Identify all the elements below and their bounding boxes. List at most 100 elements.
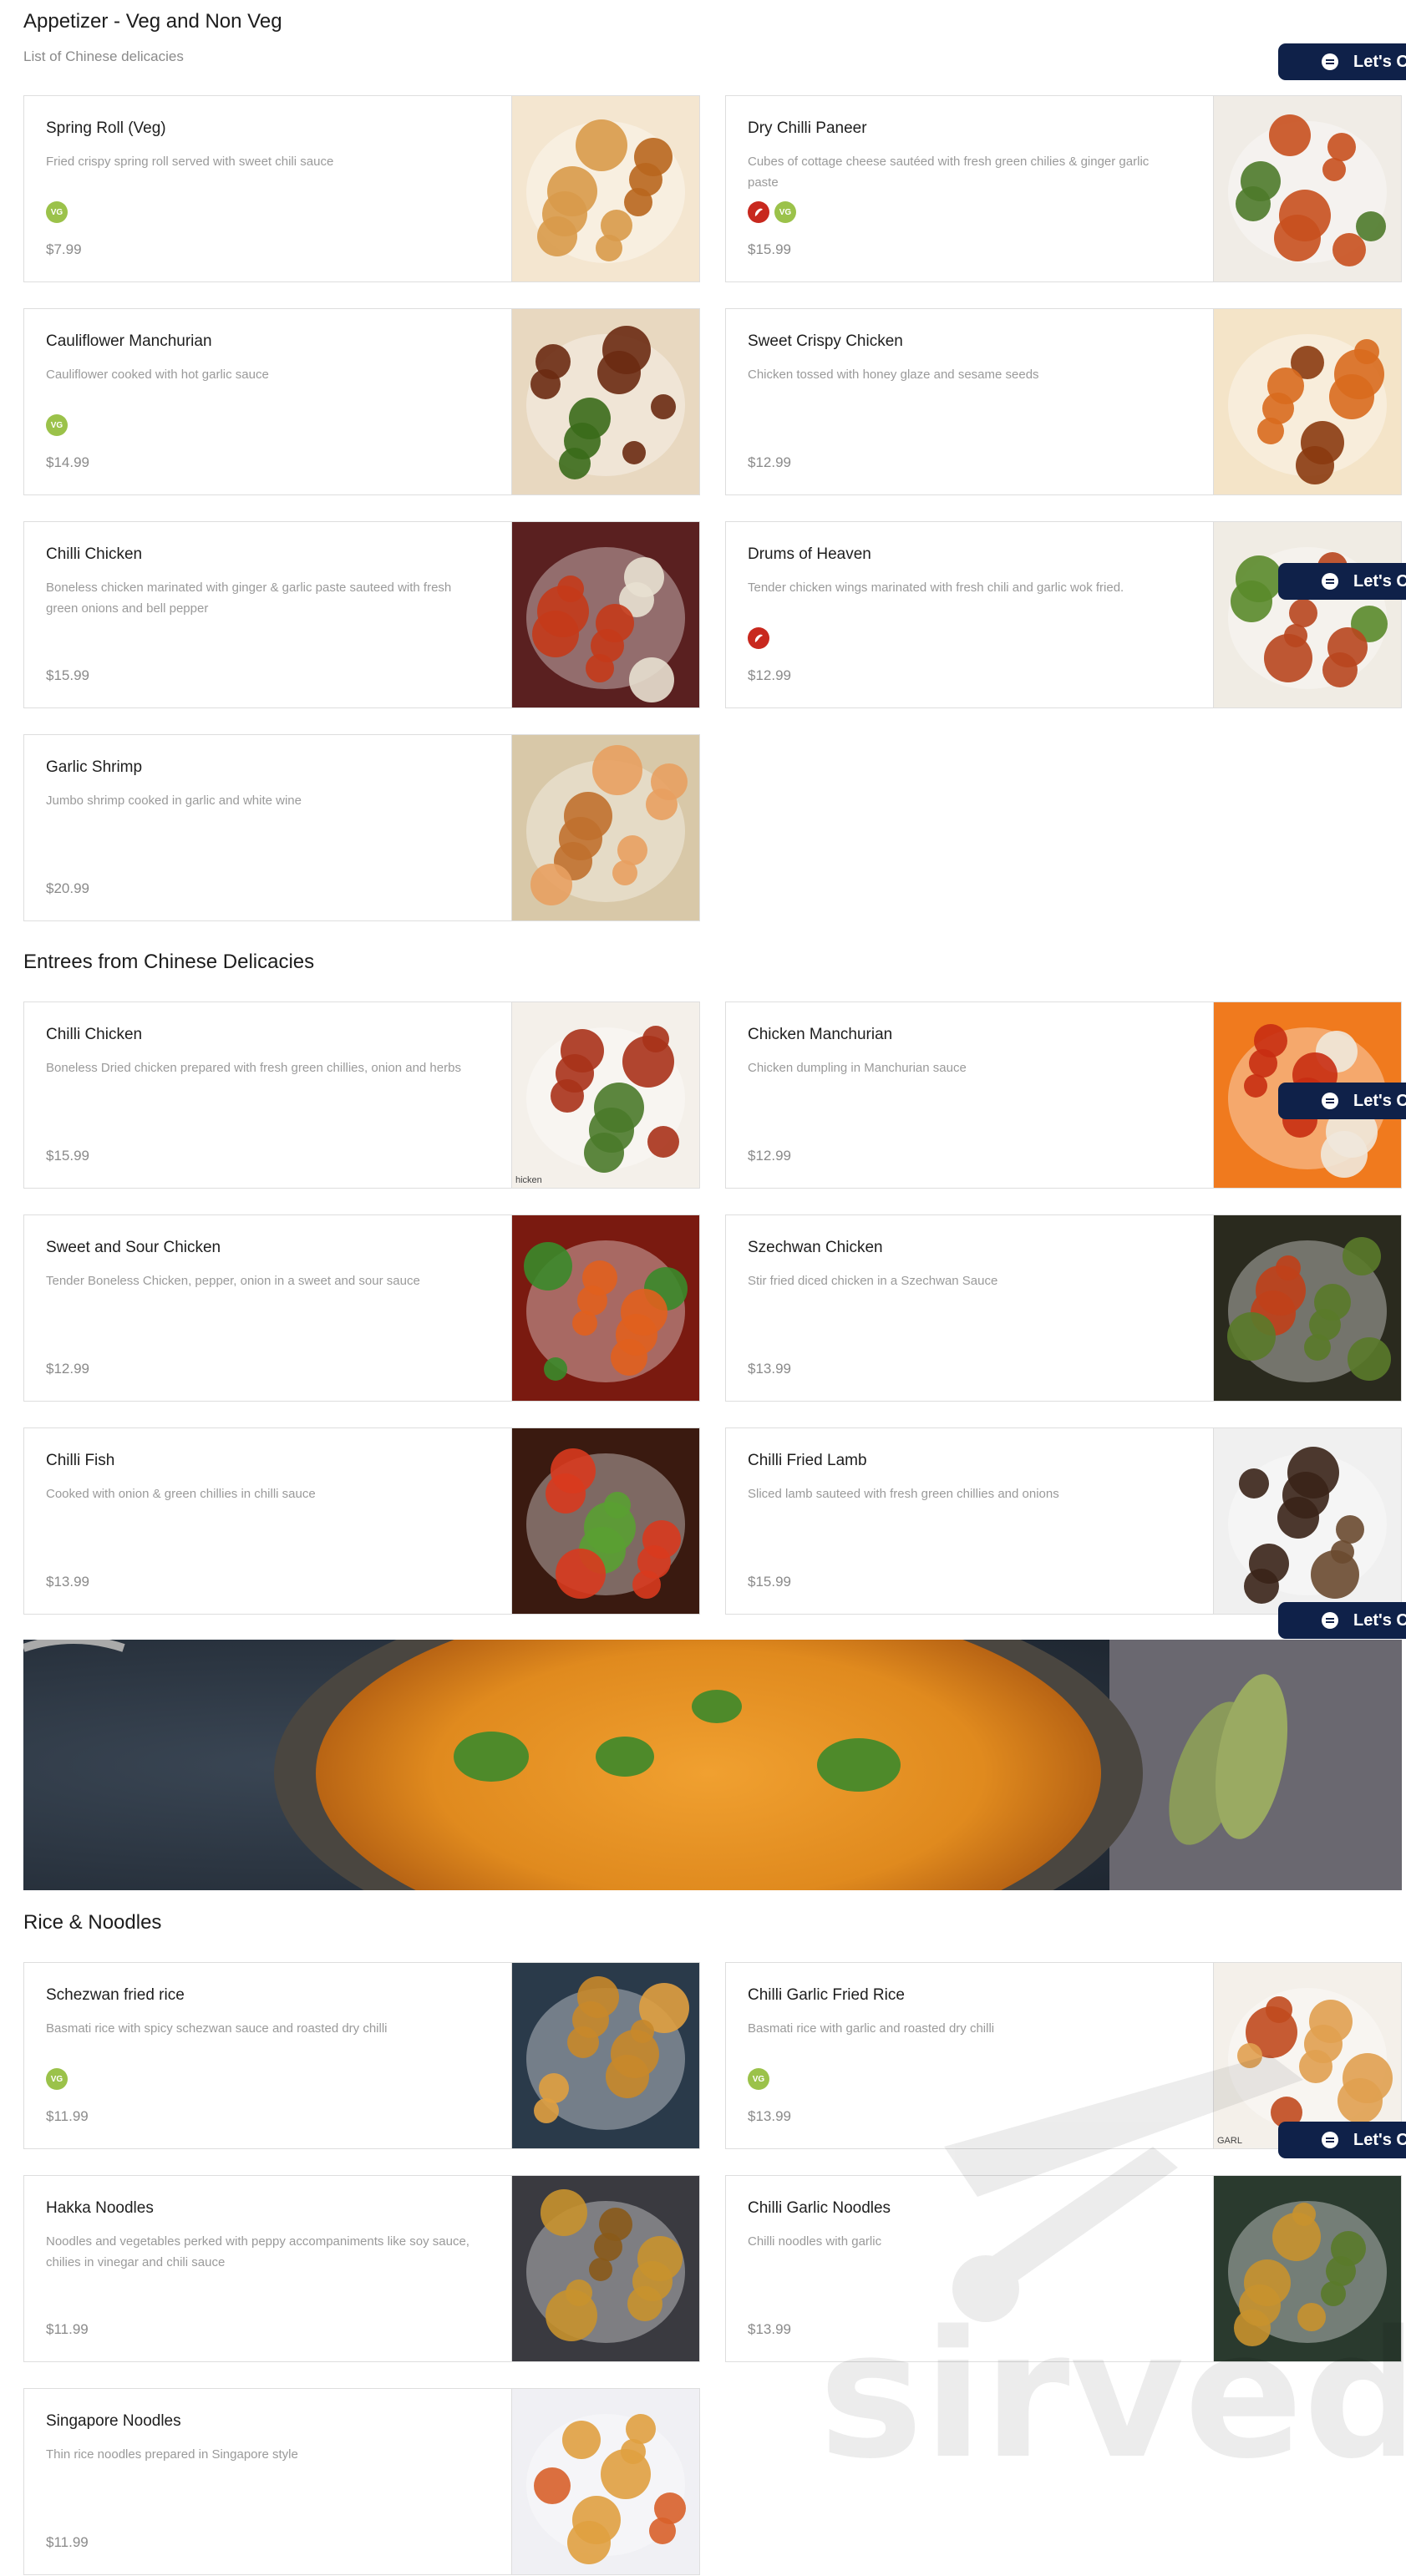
menu-item-card[interactable]: Chilli Chicken Boneless Dried chicken pre…: [23, 1001, 700, 1189]
menu-item-name: Chilli Fish: [46, 1452, 115, 1469]
section-title-entrees: Entrees from Chinese Delicacies: [23, 951, 315, 973]
menu-item-price: $14.99: [46, 454, 89, 470]
menu-item-description: Boneless chicken marinated with ginger &…: [46, 581, 452, 616]
chat-button[interactable]: Let's C: [1278, 1602, 1406, 1639]
section-title-appetizers: Appetizer - Veg and Non Veg: [23, 10, 282, 33]
chat-button[interactable]: Let's C: [1278, 43, 1406, 80]
menu-item-name: Chilli Garlic Fried Rice: [748, 1986, 905, 2004]
menu-item-card[interactable]: Chilli Chicken Boneless chicken marinated…: [23, 521, 700, 708]
menu-item-description: Cooked with onion & green chillies in ch…: [46, 1487, 316, 1501]
chat-button[interactable]: Let's C: [1278, 563, 1406, 600]
menu-item-card[interactable]: Hakka Noodles Noodles and vegetables perk…: [23, 2175, 700, 2362]
chat-bubble-icon: [1322, 573, 1338, 590]
menu-item-description: Jumbo shrimp cooked in garlic and white …: [46, 794, 302, 808]
banner-biryani-image: [23, 1640, 1402, 1890]
menu-item-name: Chicken Manchurian: [748, 1026, 893, 1043]
menu-item-price: $15.99: [46, 1148, 89, 1164]
menu-item-photo: [511, 1215, 699, 1401]
menu-item-card[interactable]: Szechwan Chicken Stir fried diced chicken…: [725, 1214, 1402, 1402]
chat-bubble-icon: [1322, 2132, 1338, 2148]
menu-item-price: $13.99: [46, 1574, 89, 1590]
menu-item-description: Stir fried diced chicken in a Szechwan S…: [748, 1274, 998, 1288]
menu-item-price: $12.99: [748, 454, 791, 470]
chat-bubble-icon: [1322, 53, 1338, 70]
dietary-tags: VG: [748, 2068, 769, 2090]
vegetarian-badge: VG: [46, 201, 68, 223]
menu-item-photo: [511, 1963, 699, 2148]
menu-item-price: $12.99: [46, 1361, 89, 1377]
menu-item-description: Cubes of cottage cheese sautéed with fre…: [748, 155, 1150, 190]
svg-text:hicken: hicken: [515, 1175, 542, 1185]
menu-item-description: Tender chicken wings marinated with fres…: [748, 581, 1124, 595]
menu-item-price: $13.99: [748, 2108, 791, 2124]
menu-item-card[interactable]: Chilli Fish Cooked with onion & green chi…: [23, 1427, 700, 1615]
menu-item-photo: [511, 1428, 699, 1614]
menu-item-price: $15.99: [46, 667, 89, 683]
menu-item-card[interactable]: Sweet Crispy Chicken Chicken tossed with …: [725, 308, 1402, 495]
chili-pepper-icon: [748, 627, 769, 649]
menu-item-card[interactable]: Dry Chilli Paneer Cubes of cottage cheese…: [725, 95, 1402, 282]
menu-item-description: Sliced lamb sauteed with fresh green chi…: [748, 1487, 1059, 1501]
menu-item-card[interactable]: Singapore Noodles Thin rice noodles prepa…: [23, 2388, 700, 2575]
section-title-rice-noodles: Rice & Noodles: [23, 1911, 162, 1934]
menu-item-name: Garlic Shrimp: [46, 758, 143, 776]
dietary-tags: VG: [46, 414, 68, 436]
chat-button[interactable]: Let's C: [1278, 2122, 1406, 2158]
menu-item-photo: [1213, 1215, 1401, 1401]
menu-item-name: Chilli Fried Lamb: [748, 1452, 867, 1469]
menu-item-description: Noodles and vegetables perked with peppy…: [46, 2234, 470, 2269]
menu-item-name: Szechwan Chicken: [748, 1239, 883, 1256]
menu-item-card[interactable]: Chilli Fried Lamb Sliced lamb sauteed wit…: [725, 1427, 1402, 1615]
menu-item-name: Spring Roll (Veg): [46, 119, 166, 137]
menu-item-photo: [511, 522, 699, 707]
menu-item-name: Cauliflower Manchurian: [46, 332, 212, 350]
menu-item-card[interactable]: Garlic Shrimp Jumbo shrimp cooked in garl…: [23, 734, 700, 921]
menu-item-name: Chilli Chicken: [46, 545, 143, 563]
menu-item-card[interactable]: Chilli Garlic Noodles Chilli noodles with…: [725, 2175, 1402, 2362]
menu-item-photo: [1213, 2176, 1401, 2361]
menu-item-price: $20.99: [46, 880, 89, 896]
menu-item-name: Dry Chilli Paneer: [748, 119, 867, 137]
chili-pepper-icon: [748, 201, 769, 223]
chat-bubble-icon: [1322, 1612, 1338, 1629]
menu-item-price: $12.99: [748, 667, 791, 683]
menu-item-name: Sweet Crispy Chicken: [748, 332, 903, 350]
dietary-tags: VG: [46, 2068, 68, 2090]
menu-item-price: $11.99: [46, 2534, 89, 2550]
menu-item-description: Chicken tossed with honey glaze and sesa…: [748, 368, 1039, 382]
menu-item-photo: hicken: [511, 1002, 699, 1188]
menu-item-photo: GARL: [1213, 1963, 1401, 2148]
menu-item-price: $11.99: [46, 2321, 89, 2337]
menu-item-photo: [1213, 1428, 1401, 1614]
menu-item-card[interactable]: Sweet and Sour Chicken Tender Boneless Ch…: [23, 1214, 700, 1402]
vegetarian-badge: VG: [774, 201, 796, 223]
dietary-tags: [748, 627, 769, 649]
vegetarian-badge: VG: [46, 414, 68, 436]
menu-item-card[interactable]: Spring Roll (Veg) Fried crispy spring rol…: [23, 95, 700, 282]
menu-item-card[interactable]: Schezwan fried rice Basmati rice with spi…: [23, 1962, 700, 2149]
vegetarian-badge: VG: [748, 2068, 769, 2090]
menu-item-price: $11.99: [46, 2108, 89, 2124]
chat-button-label: Let's C: [1353, 1092, 1406, 1110]
menu-item-description: Basmati rice with spicy schezwan sauce a…: [46, 2021, 388, 2036]
menu-item-price: $15.99: [748, 1574, 791, 1590]
menu-item-description: Chicken dumpling in Manchurian sauce: [748, 1061, 967, 1075]
menu-item-description: Fried crispy spring roll served with swe…: [46, 155, 334, 169]
menu-item-price: $13.99: [748, 1361, 791, 1377]
menu-item-name: Schezwan fried rice: [46, 1986, 185, 2004]
chat-button-label: Let's C: [1353, 53, 1406, 71]
menu-item-photo: [511, 96, 699, 281]
chat-bubble-icon: [1322, 1093, 1338, 1109]
chat-button-label: Let's C: [1353, 2131, 1406, 2149]
menu-item-photo: [1213, 309, 1401, 494]
chat-button[interactable]: Let's C: [1278, 1083, 1406, 1119]
menu-item-card[interactable]: Cauliflower Manchurian Cauliflower cooked…: [23, 308, 700, 495]
menu-item-name: Chilli Garlic Noodles: [748, 2199, 891, 2217]
menu-item-photo: [1213, 522, 1401, 707]
menu-item-description: Boneless Dried chicken prepared with fre…: [46, 1061, 461, 1075]
menu-item-name: Singapore Noodles: [46, 2412, 181, 2430]
menu-item-photo: [511, 2176, 699, 2361]
menu-item-card[interactable]: Drums of Heaven Tender chicken wings mari…: [725, 521, 1402, 708]
dietary-tags: VG: [46, 201, 68, 223]
chat-button-label: Let's C: [1353, 572, 1406, 591]
